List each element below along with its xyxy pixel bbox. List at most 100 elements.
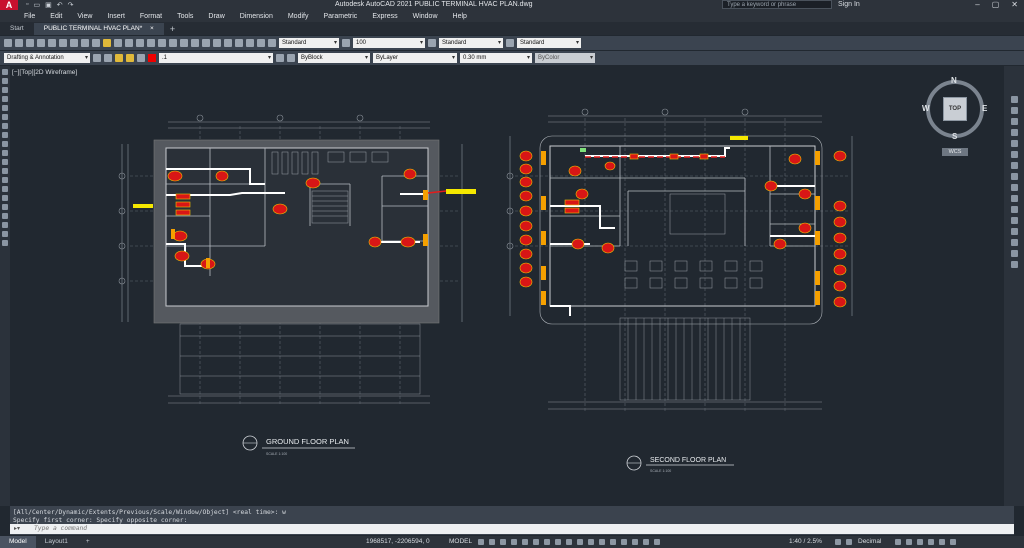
compass-east[interactable]: E — [982, 104, 987, 113]
lock-icon[interactable] — [137, 54, 145, 62]
menu-edit[interactable]: Edit — [50, 13, 62, 20]
sheet-set-icon[interactable] — [224, 39, 232, 47]
explode-icon[interactable] — [1010, 261, 1018, 268]
lineweight-icon[interactable] — [555, 539, 561, 545]
zoom-previous-icon[interactable] — [180, 39, 188, 47]
text-height-select[interactable]: 100 — [353, 38, 425, 48]
hatch-icon[interactable] — [2, 195, 8, 201]
array-icon[interactable] — [1010, 140, 1018, 147]
add-selected-icon[interactable] — [2, 240, 8, 246]
match-properties-icon[interactable] — [103, 39, 111, 47]
3d-osnap-icon[interactable] — [588, 539, 594, 545]
break-icon[interactable] — [1010, 217, 1018, 224]
new-icon[interactable]: ▫ — [26, 1, 28, 9]
snap-icon[interactable] — [489, 539, 495, 545]
polyline-icon[interactable] — [2, 87, 8, 93]
auto-scale-icon[interactable] — [643, 539, 649, 545]
drawing-canvas[interactable]: [−][Top][2D Wireframe] GROUND FLOOR PLAN… — [10, 66, 1004, 506]
publish-icon[interactable] — [59, 39, 67, 47]
layer-properties-icon[interactable] — [104, 54, 112, 62]
gradient-icon[interactable] — [2, 204, 8, 210]
menu-tools[interactable]: Tools — [177, 13, 193, 20]
tab-layout1[interactable]: Layout1 — [36, 536, 77, 548]
pan-icon[interactable] — [147, 39, 155, 47]
design-center-icon[interactable] — [202, 39, 210, 47]
autocad-logo-icon[interactable]: A — [0, 0, 18, 10]
zoom-window-icon[interactable] — [169, 39, 177, 47]
layer-previous-icon[interactable] — [287, 54, 295, 62]
compass-south[interactable]: S — [952, 132, 957, 141]
tool-palettes-icon[interactable] — [213, 39, 221, 47]
ellipse-icon[interactable] — [2, 150, 8, 156]
isodraft-icon[interactable] — [522, 539, 528, 545]
menu-help[interactable]: Help — [453, 13, 467, 20]
menu-dimension[interactable]: Dimension — [240, 13, 273, 20]
coordinate-readout[interactable]: 1968517, -2206594, 0 — [366, 538, 430, 545]
undo-icon[interactable]: ↶ — [57, 1, 63, 9]
selection-cycling-icon[interactable] — [577, 539, 583, 545]
annotation-scale-icon[interactable] — [654, 539, 660, 545]
paste-icon[interactable] — [92, 39, 100, 47]
object-snap-icon[interactable] — [544, 539, 550, 545]
quick-properties-icon[interactable] — [895, 539, 901, 545]
make-current-icon[interactable] — [276, 54, 284, 62]
cut-icon[interactable] — [70, 39, 78, 47]
undo-icon[interactable] — [125, 39, 133, 47]
workspace-select[interactable]: Drafting & Annotation — [4, 53, 90, 63]
make-block-icon[interactable] — [2, 177, 8, 183]
sign-in-button[interactable]: Sign In — [838, 1, 860, 8]
command-input[interactable]: Type a command — [10, 524, 1014, 534]
quickcalc-icon[interactable] — [246, 39, 254, 47]
trim-icon[interactable] — [1010, 195, 1018, 202]
minimize-button[interactable]: – — [975, 0, 979, 9]
lineweight-select[interactable]: 0.30 mm — [460, 53, 532, 63]
redo-icon[interactable]: ↷ — [68, 1, 74, 9]
viewcube[interactable]: TOP N S W E WCS — [922, 76, 988, 156]
help-icon[interactable] — [257, 39, 265, 47]
close-button[interactable]: ✕ — [1011, 0, 1018, 9]
fillet-icon[interactable] — [1010, 250, 1018, 257]
text-style-select[interactable]: Standard — [279, 38, 339, 48]
multiline-text-icon[interactable] — [2, 231, 8, 237]
menu-parametric[interactable]: Parametric — [323, 13, 357, 20]
plotstyle-select[interactable]: ByColor — [535, 53, 595, 63]
gear-icon[interactable] — [93, 54, 101, 62]
save-icon[interactable] — [26, 39, 34, 47]
annotation-scale[interactable]: 1:40 / 2.5% — [789, 538, 822, 545]
gizmo-icon[interactable] — [621, 539, 627, 545]
stretch-icon[interactable] — [1010, 184, 1018, 191]
menu-draw[interactable]: Draw — [208, 13, 224, 20]
selection-filter-icon[interactable] — [610, 539, 616, 545]
add-layout-button[interactable]: + — [77, 536, 99, 548]
menu-modify[interactable]: Modify — [288, 13, 309, 20]
move-icon[interactable] — [1010, 151, 1018, 158]
plus-icon[interactable] — [846, 539, 852, 545]
tab-model[interactable]: Model — [0, 536, 36, 548]
plot-icon[interactable] — [37, 39, 45, 47]
copy-object-icon[interactable] — [1010, 107, 1018, 114]
wcs-menu[interactable]: WCS — [942, 148, 968, 156]
ellipse-arc-icon[interactable] — [2, 159, 8, 165]
graphics-performance-icon[interactable] — [928, 539, 934, 545]
annotation-visibility-icon[interactable] — [632, 539, 638, 545]
line-icon[interactable] — [2, 69, 8, 75]
menu-insert[interactable]: Insert — [107, 13, 125, 20]
add-tab-button[interactable]: + — [164, 23, 181, 35]
menu-format[interactable]: Format — [140, 13, 162, 20]
lock-ui-icon[interactable] — [906, 539, 912, 545]
new-icon[interactable] — [4, 39, 12, 47]
gear-icon[interactable] — [835, 539, 841, 545]
color-select[interactable]: ByBlock — [298, 53, 370, 63]
redo-icon[interactable] — [136, 39, 144, 47]
save-icon[interactable]: ▣ — [45, 1, 52, 9]
layer-select[interactable]: .1 — [159, 53, 273, 63]
menu-file[interactable]: File — [24, 13, 35, 20]
compass-west[interactable]: W — [922, 104, 930, 113]
bulb-icon[interactable] — [115, 54, 123, 62]
object-snap-tracking-icon[interactable] — [533, 539, 539, 545]
transparency-icon[interactable] — [566, 539, 572, 545]
tab-start[interactable]: Start — [0, 23, 34, 35]
model-space-button[interactable]: MODEL — [449, 538, 472, 545]
table-icon[interactable] — [2, 222, 8, 228]
search-input[interactable]: Type a keyword or phrase — [722, 0, 832, 9]
